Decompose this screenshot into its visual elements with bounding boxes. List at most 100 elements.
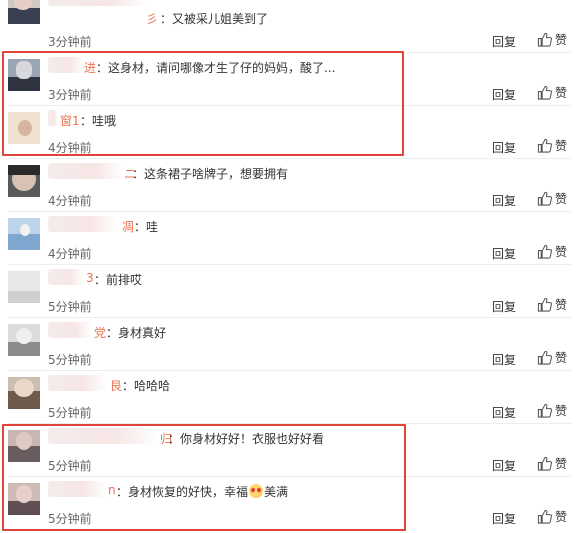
comment-text: ：哈哈哈 [122, 379, 171, 393]
avatar[interactable] [8, 218, 40, 250]
like-label: 赞 [555, 85, 568, 100]
reply-button[interactable]: 回复 [492, 404, 516, 421]
username[interactable]: 党 [94, 324, 106, 341]
username-blur [48, 322, 92, 338]
timestamp: 5分钟前 [48, 353, 92, 367]
comment-item: 窗1 ：哇哦 4分钟前 回复 赞 [0, 106, 580, 159]
thumbs-up-icon [537, 350, 552, 365]
timestamp: 5分钟前 [48, 300, 92, 314]
avatar[interactable] [8, 0, 40, 24]
comment-item: 党 ：身材真好 5分钟前 回复 赞 [0, 318, 580, 371]
timestamp: 3分钟前 [48, 88, 92, 102]
username[interactable]: 3 [86, 271, 94, 285]
reply-button[interactable]: 回复 [492, 298, 516, 315]
avatar[interactable] [8, 324, 40, 356]
reply-button[interactable]: 回复 [492, 245, 516, 262]
comment-item: 进 ：这身材，请问哪像才生了仔的妈妈，酸了... 3分钟前 回复 赞 [0, 53, 580, 106]
avatar[interactable] [8, 377, 40, 409]
like-label: 赞 [555, 456, 568, 471]
like-button[interactable]: 赞 [537, 243, 567, 259]
timestamp: 4分钟前 [48, 247, 92, 261]
like-label: 赞 [555, 403, 568, 418]
like-button[interactable]: 赞 [537, 137, 567, 153]
username[interactable]: 艮 [110, 377, 122, 394]
like-label: 赞 [555, 350, 568, 365]
username-blur [48, 57, 84, 73]
username-blur [48, 375, 106, 391]
thumbs-up-icon [537, 297, 552, 312]
like-button[interactable]: 赞 [537, 296, 567, 312]
comment-text-part: ：身材恢复的好快，幸福 [116, 485, 249, 499]
heart-eyes-emoji-icon [249, 484, 264, 498]
thumbs-up-icon [537, 32, 552, 47]
comment-text: ：这身材，请问哪像才生了仔的妈妈，酸了... [96, 61, 336, 75]
timestamp: 5分钟前 [48, 512, 92, 526]
username-blur [48, 216, 118, 232]
username-blur [48, 481, 106, 497]
like-label: 赞 [555, 32, 568, 47]
comment-text-part: 美满 [264, 485, 289, 499]
reply-button[interactable]: 回复 [492, 510, 516, 527]
thumbs-up-icon [537, 403, 552, 418]
avatar[interactable] [8, 430, 40, 462]
like-button[interactable]: 赞 [537, 31, 567, 47]
username[interactable]: 凋 [122, 218, 134, 235]
username[interactable]: n [108, 483, 116, 497]
comment-text: ：身材真好 [106, 326, 167, 340]
comment-text: ：这条裙子啥牌子，想要拥有 [132, 167, 289, 181]
reply-button[interactable]: 回复 [492, 86, 516, 103]
like-label: 赞 [555, 138, 568, 153]
like-button[interactable]: 赞 [537, 455, 567, 471]
avatar[interactable] [8, 59, 40, 91]
username[interactable]: 窗1 [60, 112, 80, 129]
like-button[interactable]: 赞 [537, 402, 567, 418]
thumbs-up-icon [537, 85, 552, 100]
like-button[interactable]: 赞 [537, 349, 567, 365]
comment-item: 凋 ：哇 4分钟前 回复 赞 [0, 212, 580, 265]
thumbs-up-icon [537, 244, 552, 259]
reply-button[interactable]: 回复 [492, 33, 516, 50]
comment-item: 彡 ：又被采儿姐美到了 3分钟前 回复 赞 [0, 0, 580, 53]
avatar[interactable] [8, 165, 40, 197]
username-blur [48, 428, 158, 444]
comment-text: ：前排哎 [94, 273, 143, 287]
timestamp: 4分钟前 [48, 194, 92, 208]
reply-button[interactable]: 回复 [492, 139, 516, 156]
timestamp: 5分钟前 [48, 406, 92, 420]
thumbs-up-icon [537, 138, 552, 153]
comment-text: ：你身材好好！衣服也好好看 [168, 432, 325, 446]
like-button[interactable]: 赞 [537, 508, 567, 524]
like-button[interactable]: 赞 [537, 190, 567, 206]
comment-item: 艮 ：哈哈哈 5分钟前 回复 赞 [0, 371, 580, 424]
username-blur [48, 269, 84, 285]
username[interactable]: 彡 [146, 10, 158, 27]
timestamp: 3分钟前 [48, 35, 92, 49]
timestamp: 5分钟前 [48, 459, 92, 473]
comment-text: ：哇哦 [80, 114, 117, 128]
reply-button[interactable]: 回复 [492, 457, 516, 474]
username[interactable]: 进 [84, 59, 96, 76]
like-label: 赞 [555, 191, 568, 206]
comment-item: ニ ：这条裙子啥牌子，想要拥有 4分钟前 回复 赞 [0, 159, 580, 212]
thumbs-up-icon [537, 509, 552, 524]
username-blur [48, 110, 58, 126]
comment-item: 归 ：你身材好好！衣服也好好看 5分钟前 回复 赞 [0, 424, 580, 477]
reply-button[interactable]: 回复 [492, 351, 516, 368]
comment-text: ：哇 [134, 220, 159, 234]
timestamp: 4分钟前 [48, 141, 92, 155]
like-button[interactable]: 赞 [537, 84, 567, 100]
thumbs-up-icon [537, 191, 552, 206]
comment-text: ：又被采儿姐美到了 [160, 12, 269, 26]
username-blur [48, 163, 124, 179]
reply-button[interactable]: 回复 [492, 192, 516, 209]
avatar[interactable] [8, 483, 40, 515]
comment-item: n ：身材恢复的好快，幸福 美满 5分钟前 回复 赞 [0, 477, 580, 530]
thumbs-up-icon [537, 456, 552, 471]
comment-text: ：身材恢复的好快，幸福 美满 [116, 483, 288, 500]
like-label: 赞 [555, 244, 568, 259]
avatar[interactable] [8, 112, 40, 144]
username-blur [48, 0, 148, 6]
avatar[interactable] [8, 271, 40, 303]
comment-item: 3 ：前排哎 5分钟前 回复 赞 [0, 265, 580, 318]
like-label: 赞 [555, 509, 568, 524]
